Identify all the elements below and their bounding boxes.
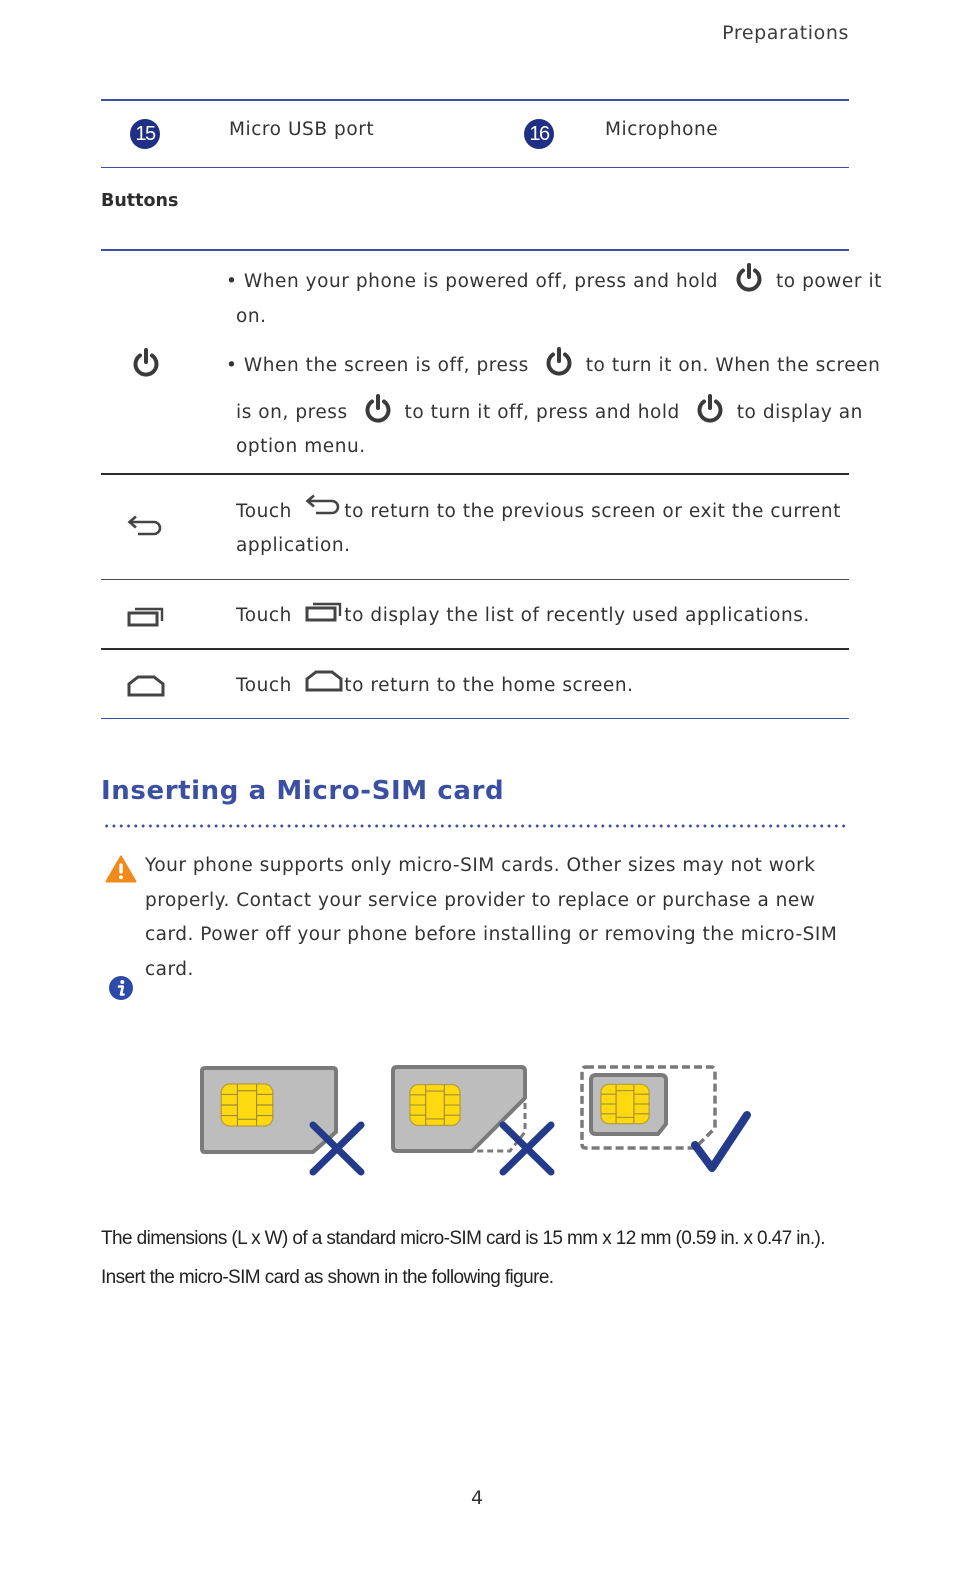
back-row: Touch to return to the previous screen o… — [236, 495, 841, 529]
section-heading: Inserting a Micro-SIM card — [101, 776, 505, 806]
table-bottom-rule — [101, 167, 849, 168]
recent-apps-icon — [125, 603, 167, 629]
home-icon — [125, 673, 167, 699]
back-icon — [304, 494, 344, 518]
power-bullet-2-line2-c: to display an — [736, 402, 863, 423]
buttons-table-bottom-rule — [101, 718, 849, 719]
callout-badge-15: 15 — [130, 119, 160, 149]
home-icon — [304, 669, 344, 693]
warning-icon — [105, 855, 137, 883]
home-row-text: to return to the home screen. — [344, 675, 634, 696]
page-number: 4 — [470, 1487, 484, 1509]
bullet: • — [226, 355, 238, 376]
power-icon — [733, 262, 765, 294]
power-bullet-2-text-after: to turn it on. When the screen — [585, 355, 881, 376]
cut-sim-card — [391, 1065, 527, 1153]
running-header: Preparations — [722, 22, 849, 44]
power-bullet-1-text-cont: on. — [236, 306, 267, 327]
info-icon — [109, 976, 133, 1000]
bullet: • — [226, 271, 238, 292]
insert-instruction-text: Insert the micro-SIM card as shown in th… — [101, 1267, 554, 1288]
power-bullet-2-line2-a: is on, press — [236, 402, 348, 423]
component-label-micro-usb: Micro USB port — [229, 119, 375, 140]
home-row: Touch to return to the home screen. — [236, 669, 634, 703]
heading-dotted-rule — [103, 824, 849, 828]
power-bullet-2-text: When the screen is off, press — [243, 355, 529, 376]
table-top-rule — [101, 99, 849, 101]
back-row-text: to return to the previous screen or exit… — [344, 501, 841, 522]
row-divider — [101, 579, 849, 580]
callout-badge-16: 16 — [524, 119, 554, 149]
power-bullet-1-text: When your phone is powered off, press an… — [243, 271, 719, 292]
recent-apps-row-text: to display the list of recently used app… — [344, 605, 810, 626]
power-icon — [125, 346, 167, 380]
power-bullet-2-line3: option menu. — [236, 436, 366, 457]
standard-sim-card — [200, 1066, 338, 1154]
row-divider — [101, 473, 849, 475]
recent-apps-row-prefix: Touch — [236, 605, 292, 626]
sim-size-figure — [200, 1065, 751, 1176]
component-label-microphone: Microphone — [605, 119, 719, 140]
back-row-prefix: Touch — [236, 501, 292, 522]
power-bullet-1-text-after: to power it — [775, 271, 882, 292]
warning-text: Your phone supports only micro-SIM cards… — [145, 855, 838, 980]
home-row-prefix: Touch — [236, 675, 292, 696]
back-icon — [125, 514, 167, 540]
buttons-table-top-rule — [101, 249, 849, 251]
micro-sim-card — [580, 1065, 717, 1150]
buttons-section-title: Buttons — [101, 191, 179, 211]
sim-dimensions-text: The dimensions (L x W) of a standard mic… — [101, 1228, 826, 1249]
power-bullet-2-line2-b: to turn it off, press and hold — [404, 402, 680, 423]
power-icon — [362, 393, 394, 425]
power-icon — [543, 346, 575, 378]
recent-apps-row: Touch to display the list of recently us… — [236, 599, 810, 633]
recent-apps-icon — [304, 599, 344, 623]
back-row-text-cont: application. — [236, 535, 351, 556]
power-icon — [694, 393, 726, 425]
row-divider — [101, 648, 849, 650]
